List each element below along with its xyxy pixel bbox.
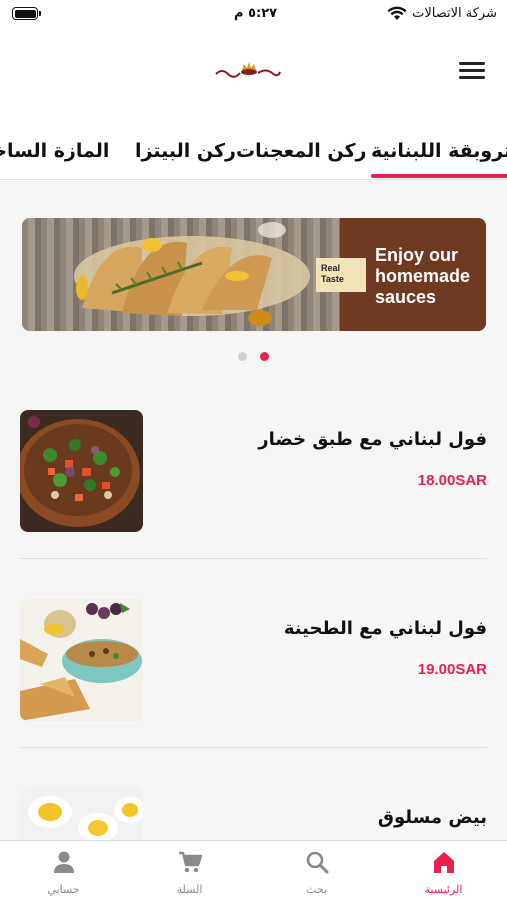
- status-bar: ٥:٢٧ م شركة الاتصالات: [0, 0, 507, 30]
- category-tabs: التروبقة اللبنانية ركن المعجنات ركن البي…: [0, 120, 507, 180]
- tab-pastries[interactable]: ركن المعجنات: [236, 140, 367, 162]
- battery-icon: [12, 7, 41, 20]
- nav-label: السلة: [176, 883, 203, 896]
- nav-label: حسابي: [47, 883, 80, 896]
- app-header: [0, 30, 507, 112]
- carousel-dot-active[interactable]: [260, 352, 269, 361]
- brand-logo: [214, 58, 282, 80]
- product-name: فول لبناني مع الطحينة: [283, 618, 487, 639]
- home-icon: [433, 852, 454, 873]
- nav-label: بحث: [306, 883, 327, 896]
- tab-pizza[interactable]: ركن البيتزا: [135, 140, 236, 162]
- product-item[interactable]: فول لبناني مع الطحينة 19.00SAR: [20, 599, 487, 721]
- clock: ٥:٢٧ م: [234, 6, 278, 21]
- nav-label: الرئيسية: [424, 883, 463, 896]
- product-price: 19.00SAR: [417, 661, 487, 678]
- crown-icon: [215, 62, 281, 78]
- cart-icon: [178, 851, 202, 873]
- product-image: [20, 410, 143, 532]
- banner-title: Enjoy our homemade sauces: [375, 245, 471, 307]
- product-item[interactable]: بيض مسلوق: [20, 788, 487, 840]
- carrier-name: شركة الاتصالات: [412, 6, 497, 21]
- product-item[interactable]: فول لبناني مع طبق خضار 18.00SAR: [20, 410, 487, 532]
- search-icon: [306, 851, 328, 874]
- product-price: 18.00SAR: [417, 472, 487, 489]
- product-image: [20, 599, 143, 721]
- divider: [20, 558, 487, 559]
- menu-button[interactable]: [459, 62, 485, 82]
- nav-search[interactable]: بحث: [253, 841, 380, 900]
- wifi-icon: [387, 6, 407, 20]
- real-taste-tag: Real Taste: [316, 258, 366, 292]
- carousel-dot[interactable]: [238, 352, 247, 361]
- product-name: بيض مسلوق: [377, 807, 487, 828]
- product-image: [20, 788, 143, 840]
- bottom-navigation: الرئيسية بحث السلة حسابي: [0, 840, 507, 900]
- divider: [20, 747, 487, 748]
- product-name: فول لبناني مع طبق خضار: [258, 429, 487, 450]
- banner-photo: [22, 218, 340, 331]
- nav-home[interactable]: الرئيسية: [380, 841, 507, 900]
- main-content: Real Taste Enjoy our homemade sauces فول…: [0, 181, 507, 840]
- tab-hot-mezza[interactable]: المازة الساخنة: [0, 140, 109, 162]
- nav-account[interactable]: حسابي: [0, 841, 127, 900]
- account-icon: [53, 851, 74, 873]
- nav-cart[interactable]: السلة: [126, 841, 253, 900]
- tab-lebanese-breakfast[interactable]: التروبقة اللبنانية: [371, 140, 507, 178]
- promo-banner[interactable]: Real Taste Enjoy our homemade sauces: [22, 218, 486, 331]
